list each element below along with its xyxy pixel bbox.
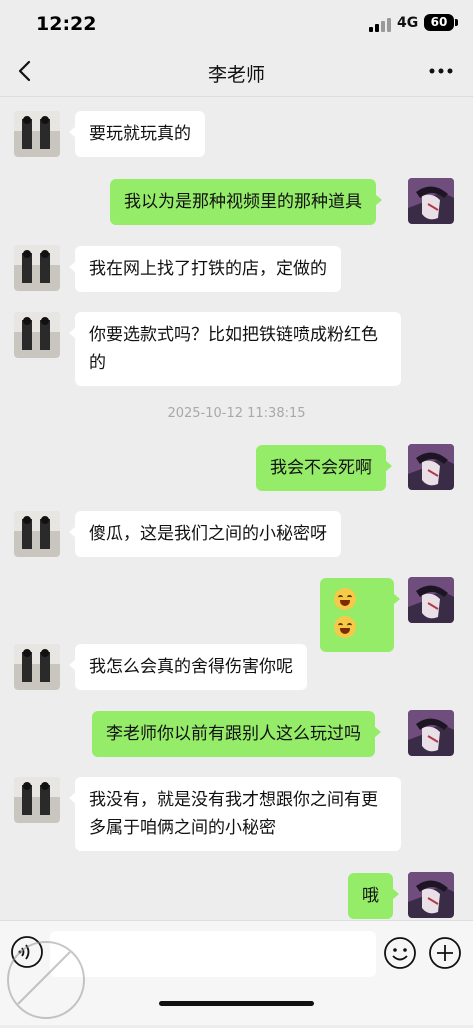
received-message-bubble[interactable]: 我没有，就是没有我才想跟你之间有更多属于咱俩之间的小秘密: [69, 777, 401, 851]
my-avatar[interactable]: [408, 577, 454, 623]
header-divider: [0, 96, 473, 97]
sent-message-bubble[interactable]: 我以为是那种视频里的那种道具: [110, 179, 382, 225]
received-message-bubble[interactable]: 傻瓜，这是我们之间的小秘密呀: [69, 511, 341, 557]
sent-message-bubble[interactable]: 李老师你以前有跟别人这么玩过吗: [92, 711, 381, 757]
contact-avatar[interactable]: [14, 111, 60, 157]
contact-avatar[interactable]: [14, 644, 60, 690]
emoji-icon[interactable]: [382, 935, 418, 971]
contact-avatar[interactable]: [14, 777, 60, 823]
received-message-bubble[interactable]: 我怎么会真的舍得伤害你呢: [69, 644, 307, 690]
rolling-on-floor-laughing-emoji: [334, 616, 356, 638]
my-avatar[interactable]: [408, 710, 454, 756]
contact-avatar[interactable]: [14, 312, 60, 358]
sent-emoji-bubble[interactable]: [320, 578, 400, 652]
my-avatar[interactable]: [408, 872, 454, 918]
received-message-bubble[interactable]: 要玩就玩真的: [69, 111, 205, 157]
chat-title: 李老师: [207, 64, 265, 86]
message-timestamp: 2025-10-12 11:38:15: [167, 406, 306, 421]
sent-message-bubble[interactable]: 哦: [348, 873, 399, 919]
battery-tip: [455, 19, 458, 26]
more-icon[interactable]: [425, 58, 457, 84]
status-bar: 12:22 4G 60: [0, 0, 473, 48]
contact-avatar[interactable]: [14, 511, 60, 557]
rolling-on-floor-laughing-emoji: [334, 588, 356, 610]
watermark-logo: [0, 934, 92, 1024]
signal-icon: [369, 18, 391, 32]
sent-message-bubble[interactable]: 我会不会死啊: [256, 445, 392, 491]
received-message-bubble[interactable]: 你要选款式吗？比如把铁链喷成粉红色的: [69, 312, 401, 386]
my-avatar[interactable]: [408, 178, 454, 224]
contact-avatar[interactable]: [14, 245, 60, 291]
network-type: 4G: [397, 15, 419, 31]
battery-icon: 60: [424, 14, 454, 31]
received-message-bubble[interactable]: 我在网上找了打铁的店，定做的: [69, 246, 341, 292]
message-input[interactable]: [50, 931, 376, 977]
plus-icon[interactable]: [427, 935, 463, 971]
my-avatar[interactable]: [408, 444, 454, 490]
home-indicator[interactable]: [159, 1001, 314, 1006]
chat-header: 李老师: [0, 48, 473, 96]
status-time: 12:22: [36, 13, 97, 35]
